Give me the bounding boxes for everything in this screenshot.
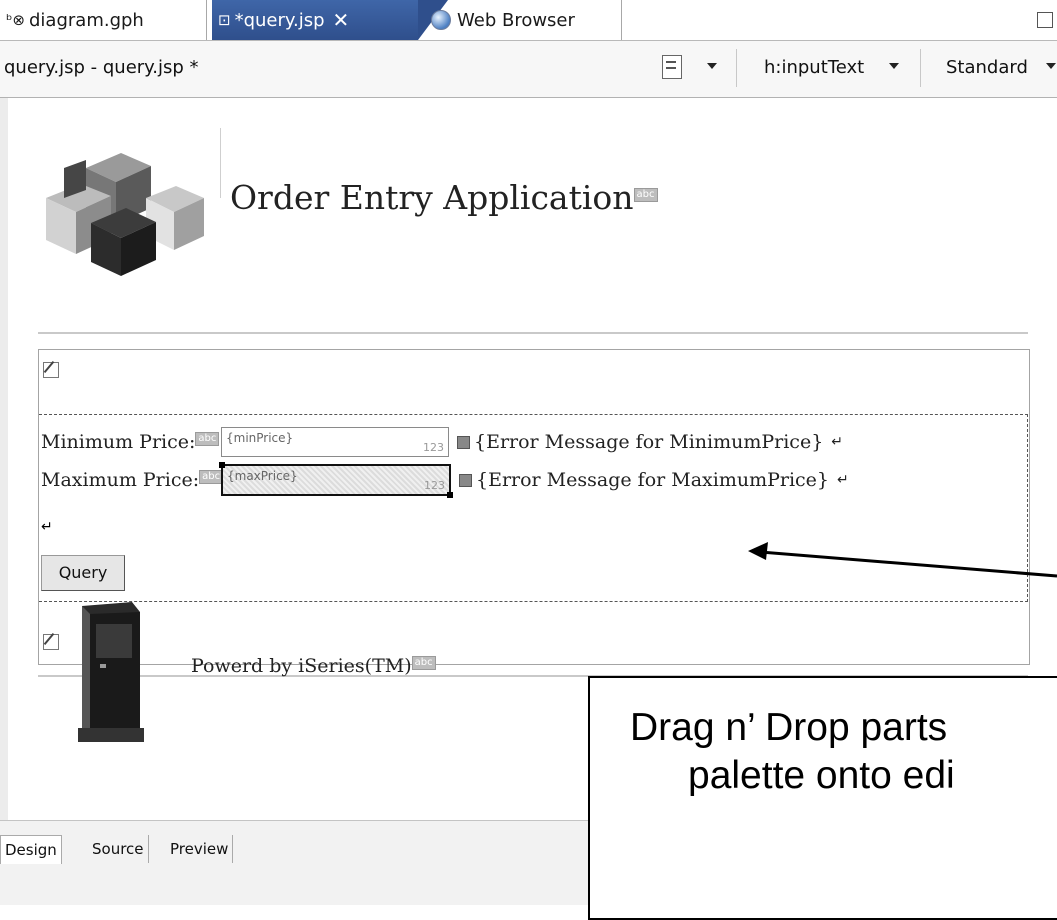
page-title-text: Order Entry Application bbox=[230, 178, 634, 217]
output-text-marker: abc bbox=[195, 431, 220, 446]
iseries-server-image bbox=[70, 602, 150, 742]
cubes-logo-icon bbox=[46, 153, 204, 276]
max-price-label: Maximum Price: abc bbox=[41, 469, 224, 491]
logo-divider bbox=[220, 128, 221, 198]
close-icon[interactable]: ✕ bbox=[333, 8, 350, 32]
max-price-row: Maximum Price: abc {maxPrice} 123 {Error … bbox=[41, 462, 849, 498]
form-end-icon bbox=[43, 634, 59, 650]
maximize-icon[interactable] bbox=[1037, 12, 1053, 28]
globe-icon bbox=[431, 10, 451, 30]
mode-dropdown-chevron-icon[interactable] bbox=[1046, 63, 1056, 69]
component-dropdown-chevron-icon[interactable] bbox=[889, 63, 899, 69]
tab-diagram[interactable]: ᵇ⊗ diagram.gph bbox=[6, 0, 207, 40]
tab-diagram-label: diagram.gph bbox=[29, 9, 144, 31]
callout-box: Drag n’ Drop parts palette onto edi bbox=[588, 676, 1057, 920]
toolbar-divider bbox=[920, 49, 921, 87]
form-start-icon bbox=[43, 362, 59, 378]
numeric-marker: 123 bbox=[423, 441, 444, 454]
return-icon: ↵ bbox=[41, 519, 53, 535]
tab-query-label: *query.jsp bbox=[234, 9, 325, 31]
server-icon bbox=[78, 602, 144, 742]
error-message-icon bbox=[457, 435, 470, 449]
editor-toolbar: query.jsp - query.jsp * h:inputText Stan… bbox=[0, 41, 1057, 98]
tab-query-jsp[interactable]: ⊡ *query.jsp ✕ bbox=[212, 0, 448, 40]
min-price-label-text: Minimum Price: bbox=[41, 431, 196, 453]
toolbar-divider bbox=[736, 49, 737, 87]
file-title: query.jsp - query.jsp * bbox=[4, 57, 199, 78]
component-selector[interactable]: h:inputText bbox=[764, 57, 864, 78]
output-text-marker: abc bbox=[199, 469, 224, 484]
tab-source[interactable]: Source bbox=[88, 835, 149, 863]
callout-line-2: palette onto edi bbox=[688, 754, 955, 797]
min-price-label: Minimum Price: abc bbox=[41, 431, 220, 453]
return-icon: ↵ bbox=[831, 434, 844, 450]
top-divider bbox=[38, 332, 1028, 334]
min-price-input[interactable]: {minPrice} 123 bbox=[221, 427, 449, 457]
callout-line-1: Drag n’ Drop parts bbox=[630, 706, 948, 749]
powered-by-text: Powerd by iSeries(TM) abc bbox=[191, 655, 436, 677]
tab-browser-label: Web Browser bbox=[457, 9, 575, 31]
max-price-input[interactable]: {maxPrice} 123 bbox=[219, 462, 453, 498]
tab-preview[interactable]: Preview bbox=[166, 835, 234, 863]
powered-by-label: Powerd by iSeries(TM) bbox=[191, 655, 412, 677]
return-icon: ↵ bbox=[837, 472, 849, 488]
tab-design[interactable]: Design bbox=[0, 835, 62, 864]
min-price-row: Minimum Price: abc {minPrice} 123 {Error … bbox=[41, 425, 843, 459]
output-text-marker: abc bbox=[411, 655, 436, 670]
max-price-label-text: Maximum Price: bbox=[41, 469, 200, 491]
callout-text: Drag n’ Drop parts palette onto edi bbox=[630, 704, 955, 800]
error-message-icon bbox=[459, 473, 472, 487]
page-view-icon[interactable] bbox=[662, 55, 682, 79]
max-price-error: {Error Message for MaximumPrice} bbox=[476, 469, 830, 491]
numeric-marker: 123 bbox=[424, 479, 445, 492]
mode-selector[interactable]: Standard bbox=[946, 57, 1028, 78]
diagram-icon: ᵇ⊗ bbox=[6, 11, 25, 29]
query-button[interactable]: Query bbox=[41, 555, 125, 591]
query-form[interactable]: Minimum Price: abc {minPrice} 123 {Error … bbox=[38, 349, 1030, 665]
min-price-value: {minPrice} bbox=[226, 431, 294, 445]
tab-web-browser[interactable]: Web Browser bbox=[423, 0, 622, 40]
min-price-error: {Error Message for MinimumPrice} bbox=[474, 431, 824, 453]
jsp-file-icon: ⊡ bbox=[218, 11, 231, 29]
page-title: Order Entry Application abc bbox=[230, 178, 658, 217]
output-text-marker: abc bbox=[633, 188, 658, 202]
editor-tab-strip: ᵇ⊗ diagram.gph ⊡ *query.jsp ✕ Web Browse… bbox=[0, 0, 1057, 41]
annotation-arrow bbox=[748, 542, 1057, 578]
max-price-value: {maxPrice} bbox=[227, 469, 298, 483]
cubes-logo bbox=[36, 128, 226, 298]
chevron-down-icon[interactable] bbox=[707, 63, 717, 69]
